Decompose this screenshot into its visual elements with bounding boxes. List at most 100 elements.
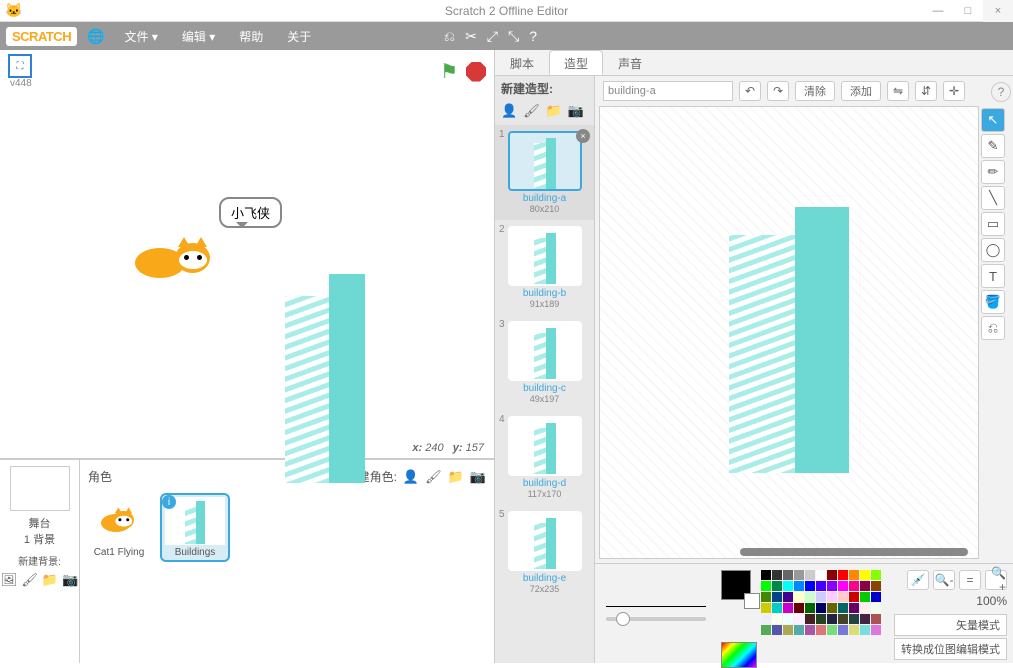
palette-color[interactable] [794, 625, 804, 635]
costume-item[interactable]: 4 building-d 117x170 [495, 410, 594, 505]
palette-color[interactable] [860, 581, 870, 591]
palette-color[interactable] [772, 570, 782, 580]
sprite-item-buildings[interactable]: i Buildings [160, 493, 230, 562]
palette-color[interactable] [761, 625, 771, 635]
palette-color[interactable] [783, 581, 793, 591]
palette-color[interactable] [860, 592, 870, 602]
stop-button[interactable] [466, 62, 486, 82]
maximize-button[interactable]: □ [953, 0, 983, 22]
palette-color[interactable] [849, 603, 859, 613]
pencil-tool[interactable]: ✏ [981, 160, 1005, 184]
palette-color[interactable] [794, 614, 804, 624]
zoom-in-button[interactable]: 🔍+ [985, 570, 1007, 590]
sprite-info-button[interactable]: i [162, 495, 176, 509]
palette-color[interactable] [871, 581, 881, 591]
backdrop-library-icon[interactable]: 🖼 [1, 572, 18, 588]
cat-sprite[interactable] [135, 233, 225, 293]
palette-color[interactable] [805, 592, 815, 602]
palette-color[interactable] [838, 570, 848, 580]
redo-button[interactable]: ↷ [767, 81, 789, 101]
palette-color[interactable] [783, 625, 793, 635]
palette-color[interactable] [816, 625, 826, 635]
sprite-camera-icon[interactable]: 📷 [470, 469, 486, 485]
palette-color[interactable] [871, 625, 881, 635]
palette-color[interactable] [816, 603, 826, 613]
flip-h-button[interactable]: ⇋ [887, 81, 909, 101]
palette-color[interactable] [772, 592, 782, 602]
add-button[interactable]: 添加 [841, 81, 881, 101]
sprite-item-cat[interactable]: Cat1 Flying [84, 493, 154, 562]
palette-color[interactable] [772, 603, 782, 613]
fullscreen-button[interactable]: ⛶ [8, 54, 32, 78]
flip-v-button[interactable]: ⇵ [915, 81, 937, 101]
palette-color[interactable] [805, 625, 815, 635]
costume-item[interactable]: 2 building-b 91x189 [495, 220, 594, 315]
palette-color[interactable] [849, 581, 859, 591]
costume-upload-icon[interactable]: 📁 [546, 103, 562, 119]
reshape-tool[interactable]: ✎ [981, 134, 1005, 158]
duplicate-tool[interactable]: ⎌ [981, 316, 1005, 340]
costume-paint-icon[interactable]: 🖌 [523, 103, 540, 119]
edit-menu[interactable]: 编辑 ▾ [172, 28, 225, 45]
select-tool[interactable]: ↖ [981, 108, 1005, 132]
text-tool[interactable]: T [981, 264, 1005, 288]
palette-color[interactable] [849, 570, 859, 580]
palette-color[interactable] [860, 570, 870, 580]
green-flag-button[interactable]: ⚑ [440, 59, 458, 84]
palette-color[interactable] [805, 581, 815, 591]
eyedropper-button[interactable]: 💉 [907, 570, 929, 590]
sprite-library-icon[interactable]: 👤 [403, 469, 419, 485]
palette-color[interactable] [805, 570, 815, 580]
costume-name-input[interactable] [603, 81, 733, 101]
costume-library-icon[interactable]: 👤 [501, 103, 517, 119]
palette-color[interactable] [827, 625, 837, 635]
line-tool[interactable]: ╲ [981, 186, 1005, 210]
palette-color[interactable] [838, 614, 848, 624]
palette-color[interactable] [761, 603, 771, 613]
palette-color[interactable] [761, 592, 771, 602]
current-color[interactable] [721, 570, 751, 600]
palette-color[interactable] [783, 592, 793, 602]
palette-color[interactable] [761, 570, 771, 580]
palette-color[interactable] [827, 603, 837, 613]
palette-color[interactable] [761, 581, 771, 591]
sprite-paint-icon[interactable]: 🖌 [425, 469, 442, 485]
palette-color[interactable] [871, 614, 881, 624]
zoom-reset-button[interactable]: = [959, 570, 981, 590]
center-button[interactable]: ✛ [943, 81, 965, 101]
palette-color[interactable] [816, 614, 826, 624]
costume-camera-icon[interactable]: 📷 [568, 103, 584, 119]
rect-tool[interactable]: ▭ [981, 212, 1005, 236]
costume-item[interactable]: 3 building-c 49x197 [495, 315, 594, 410]
close-button[interactable]: × [983, 0, 1013, 22]
palette-color[interactable] [816, 592, 826, 602]
palette-color[interactable] [827, 570, 837, 580]
palette-color[interactable] [805, 614, 815, 624]
undo-button[interactable]: ↶ [739, 81, 761, 101]
tab-sounds[interactable]: 声音 [603, 50, 657, 75]
fill-tool[interactable]: 🪣 [981, 290, 1005, 314]
palette-color[interactable] [827, 581, 837, 591]
tab-scripts[interactable]: 脚本 [495, 50, 549, 75]
delete-costume-button[interactable]: × [576, 129, 590, 143]
palette-color[interactable] [783, 614, 793, 624]
about-menu[interactable]: 关于 [277, 28, 321, 45]
palette-color[interactable] [816, 581, 826, 591]
duplicate-tool[interactable]: ⎌ [444, 28, 455, 45]
sprite-upload-icon[interactable]: 📁 [448, 469, 464, 485]
ellipse-tool[interactable]: ◯ [981, 238, 1005, 262]
palette-color[interactable] [849, 614, 859, 624]
color-picker-gradient[interactable] [721, 642, 757, 668]
palette-color[interactable] [805, 603, 815, 613]
stage-canvas[interactable]: 小飞侠 [0, 93, 494, 433]
palette-color[interactable] [827, 592, 837, 602]
palette-color[interactable] [772, 625, 782, 635]
palette-color[interactable] [783, 603, 793, 613]
palette-color[interactable] [838, 581, 848, 591]
building-sprite[interactable] [285, 263, 365, 483]
backdrop-paint-icon[interactable]: 🖌 [21, 572, 38, 588]
delete-tool[interactable]: ✂ [465, 28, 477, 45]
shrink-tool[interactable]: ⤡ [508, 28, 519, 45]
palette-color[interactable] [838, 592, 848, 602]
palette-color[interactable] [860, 625, 870, 635]
